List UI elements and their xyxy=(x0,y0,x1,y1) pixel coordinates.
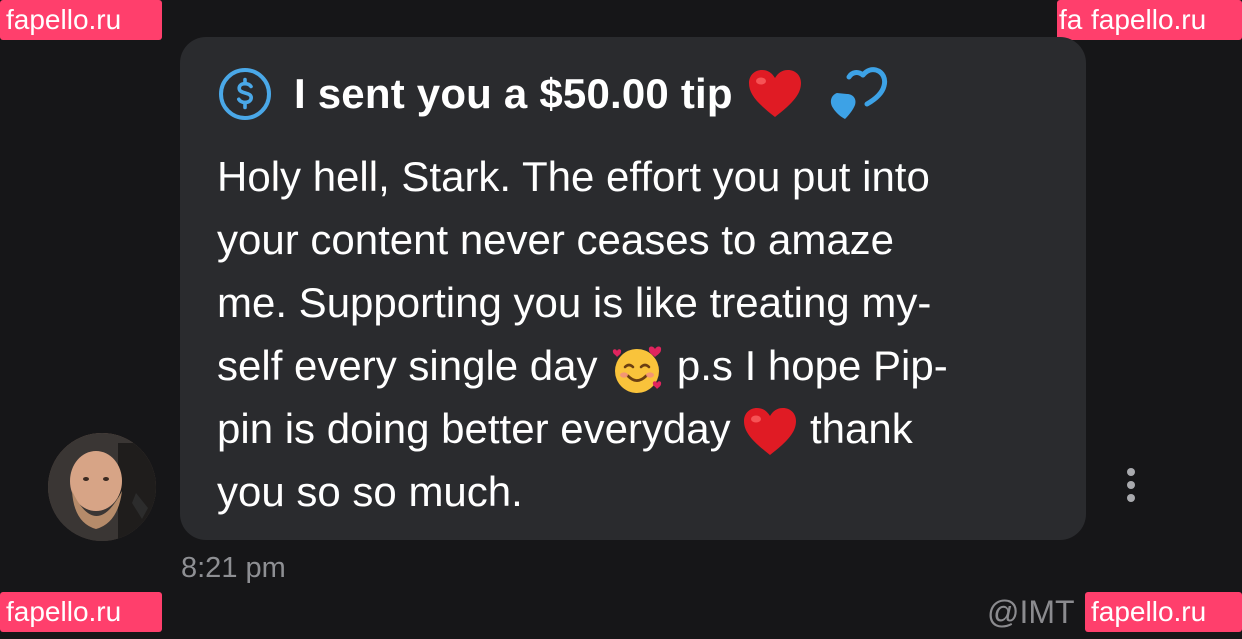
smiling-face-with-hearts-icon xyxy=(613,346,662,393)
watermark-top-left: fapello.ru xyxy=(0,0,162,40)
message-line: self every single day xyxy=(217,342,598,389)
dollar-circle-icon xyxy=(219,68,271,120)
message-line: pin is doing better everyday xyxy=(217,405,731,452)
tip-amount-text: I sent you a $50.00 tip xyxy=(294,70,733,117)
message-bubble: I sent you a $50.00 tip Holy hell, Stark… xyxy=(180,37,1086,540)
red-heart-icon xyxy=(744,407,797,455)
avatar[interactable] xyxy=(48,433,156,541)
more-options-icon[interactable] xyxy=(1120,466,1142,506)
message-line: Holy hell, Stark. The effort you put int… xyxy=(217,153,930,200)
message-line: p.s I hope Pip- xyxy=(665,342,948,389)
tip-header: I sent you a $50.00 tip xyxy=(218,63,889,125)
watermark-top-right: fapello.ru xyxy=(1085,0,1242,40)
message-line: your content never ceases to amaze xyxy=(217,216,895,263)
message-line: thank xyxy=(798,405,913,452)
watermark-bottom-left: fapello.ru xyxy=(0,592,162,632)
chat-screen: fapello.ru fa fapello.ru I sent you a $5… xyxy=(0,0,1242,639)
blue-heart-icon xyxy=(830,67,887,119)
red-heart-icon xyxy=(748,70,801,117)
message-line: me. Supporting you is like treating my- xyxy=(217,279,932,326)
message-body: Holy hell, Stark. The effort you put int… xyxy=(217,145,1057,523)
message-line: you so so much. xyxy=(217,468,523,515)
message-timestamp: 8:21 pm xyxy=(181,552,286,584)
creator-handle: @IMT xyxy=(987,594,1075,630)
avatar-image xyxy=(48,433,156,541)
watermark-bottom-right: fapello.ru xyxy=(1085,592,1242,632)
